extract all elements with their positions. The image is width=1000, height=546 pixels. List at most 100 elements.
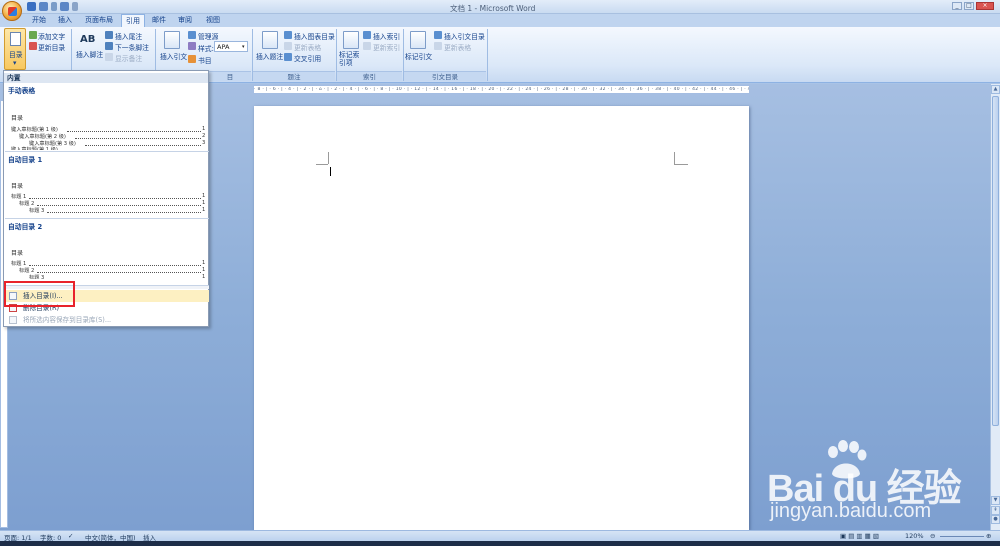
insert-table-of-figures-button[interactable]: 插入图表目录 [294,31,335,41]
zoom-out-icon[interactable]: ⊖ [930,532,935,540]
next-footnote-button[interactable]: 下一条脚注 [115,42,149,52]
toc-heading: 目录 [11,250,24,257]
citation-style-dropdown[interactable]: APA ▾ [214,41,248,52]
toc-line: 键入章标题(第 1 级) [11,127,58,133]
show-notes-button[interactable]: 显示备注 [115,53,142,63]
dot-leader [37,272,201,273]
gallery-title: 自动目录 2 [8,223,43,231]
undo-icon[interactable] [39,2,48,11]
toc-line: 键入章标题(第 1 级) [11,147,58,150]
tab-view[interactable]: 视图 [202,14,224,27]
update-table-button[interactable]: 更新表格 [294,42,321,52]
toc-page: 3 [202,140,206,146]
toa-group-label: 引文目录 [404,71,486,81]
vertical-scrollbar[interactable]: ▲ ▼ ⇞ ● [990,84,1000,530]
tab-home[interactable]: 开始 [28,14,50,27]
scroll-thumb[interactable] [992,96,999,426]
proofing-icon[interactable]: ✓ [68,532,73,540]
tab-references[interactable]: 引用 [121,14,145,27]
chevron-down-icon: ▾ [242,44,245,50]
close-button[interactable]: × [976,2,994,10]
toc-line: 键入章标题(第 2 级) [19,134,66,140]
insert-toa-button[interactable]: 插入引文目录 [444,31,485,41]
manage-sources-button[interactable]: 管理源 [198,31,218,41]
group-separator [487,29,488,81]
toc-button[interactable]: 目录 ▾ [4,28,26,70]
toc-page: 1 [202,200,206,206]
status-bar: 页面: 1/1 字数: 0 ✓ 中文(简体，中国) 插入 ▣ ▤ ▥ ▦ ▧ 1… [0,530,1000,542]
save-icon[interactable] [27,2,36,11]
insert-caption-button[interactable]: 插入题注 [256,51,283,61]
captions-group-label: 题注 [253,71,335,81]
ruler-marks: · 8 · | · 6 · | · 4 · | · 2 · | · ⌂ · | … [254,87,749,92]
crop-mark [674,164,688,165]
insert-index-button[interactable]: 插入索引 [373,31,400,41]
document-page[interactable] [254,106,749,530]
show-notes-icon [105,53,113,61]
toc-heading: 目录 [11,115,24,122]
text-cursor [330,167,331,176]
update-toa-icon [434,42,442,50]
zoom-level[interactable]: 120% [905,532,924,540]
update-index-icon [363,42,371,50]
view-buttons-icon[interactable]: ▣ ▤ ▥ ▦ ▧ [840,532,879,540]
insert-endnote-icon [105,31,113,39]
undo-dropdown-icon[interactable] [51,2,57,11]
toc-page: 1 [202,126,206,132]
bibliography-button[interactable]: 书目 [198,55,212,65]
toc-line: 标题 3 [29,275,45,279]
toc-line: 标题 3 [29,208,45,214]
toc-gallery-auto-1[interactable]: 自动目录 1 目录 标题 1 1 标题 2 1 标题 3 1 [5,151,209,217]
window-title: 文档 1 - Microsoft Word [450,4,536,13]
tab-insert[interactable]: 插入 [54,14,76,27]
add-text-button[interactable]: 添加文字 [38,31,65,41]
update-toc-button[interactable]: 更新目录 [38,42,65,52]
toc-page: 1 [202,193,206,199]
tab-page-layout[interactable]: 页面布局 [81,14,117,27]
customize-qat-icon[interactable] [72,2,78,11]
zoom-in-icon[interactable]: ⊕ [986,532,991,540]
scroll-down-icon[interactable]: ▼ [991,496,1000,505]
watermark-url: jingyan.baidu.com [770,500,932,522]
horizontal-ruler[interactable]: · 8 · | · 6 · | · 4 · | · 2 · | · ⌂ · | … [253,85,750,94]
next-footnote-icon [105,42,113,50]
scroll-up-icon[interactable]: ▲ [991,85,1000,94]
style-icon [188,42,196,50]
toc-line: 标题 2 [19,268,35,274]
taskbar [0,541,1000,546]
prev-page-icon[interactable]: ⇞ [991,506,1000,515]
redo-icon[interactable] [60,2,69,11]
update-index-button[interactable]: 更新索引 [373,42,400,52]
builtin-header: 内置 [4,73,208,83]
update-toa-button[interactable]: 更新表格 [444,42,471,52]
dot-leader [29,198,201,199]
select-browse-object-icon[interactable]: ● [991,515,1000,524]
mark-citation-button[interactable]: 标记引文 [405,51,432,61]
toc-line: 标题 1 [11,261,27,267]
crop-mark [328,152,329,164]
zoom-slider[interactable] [940,536,984,537]
insert-citation-button[interactable]: 插入引文 [160,51,187,61]
toc-page: 1 [202,267,206,273]
cross-reference-button[interactable]: 交叉引用 [294,53,321,63]
crop-mark [316,164,328,165]
toc-gallery-manual[interactable]: 手动表格 目录 键入章标题(第 1 级) 1 键入章标题(第 2 级) 2 键入… [5,84,209,150]
maximize-button[interactable]: □ [964,2,974,10]
insert-toa-icon [434,31,442,39]
style-label: 样式: [198,45,214,53]
dot-leader [47,212,201,213]
minimize-button[interactable]: _ [952,2,962,10]
save-to-gallery-menu-item[interactable]: 将所选内容保存到目录库(S)... [5,314,209,326]
tab-review[interactable]: 审阅 [174,14,196,27]
dot-leader [37,205,201,206]
toc-page: 1 [202,260,206,266]
toc-gallery-auto-2[interactable]: 自动目录 2 目录 标题 1 1 标题 2 1 标题 3 1 [5,218,209,284]
insert-footnote-button[interactable]: 插入脚注 [76,49,103,59]
insert-endnote-button[interactable]: 插入尾注 [115,31,142,41]
office-button[interactable] [2,1,22,21]
dot-leader [29,265,201,266]
insert-caption-icon [262,31,278,49]
toc-line: 标题 1 [11,194,27,200]
tab-mailings[interactable]: 邮件 [148,14,170,27]
mark-entry-button[interactable]: 标记索引项 [339,51,365,67]
